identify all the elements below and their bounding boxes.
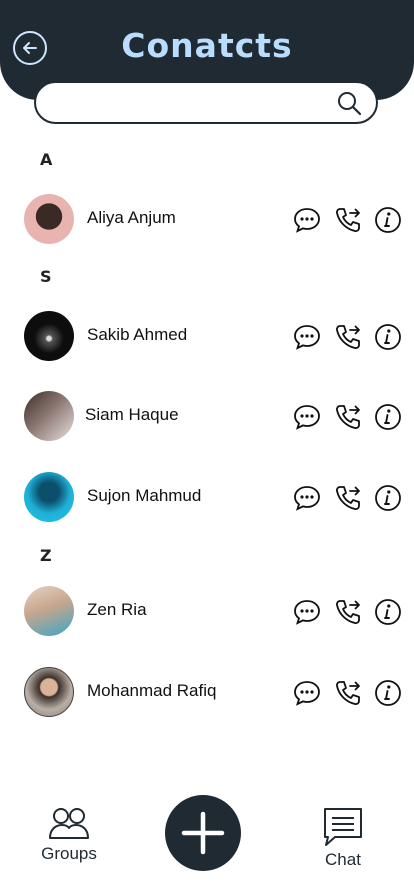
- avatar: [24, 194, 74, 244]
- avatar: [24, 472, 74, 522]
- call-forward-icon[interactable]: [334, 679, 362, 707]
- chat-icon: [324, 808, 362, 846]
- nav-groups-label: Groups: [41, 844, 97, 863]
- contact-row[interactable]: Sujon Mahmud: [0, 467, 414, 527]
- call-forward-icon[interactable]: [334, 598, 362, 626]
- call-forward-icon[interactable]: [334, 403, 362, 431]
- contact-name: Zen Ria: [87, 600, 147, 619]
- message-icon[interactable]: [293, 206, 321, 234]
- search-bar: [34, 81, 378, 124]
- add-contact-button[interactable]: [165, 795, 241, 871]
- contact-name: Aliya Anjum: [87, 208, 176, 227]
- plus-icon: [181, 811, 225, 855]
- info-icon[interactable]: [374, 403, 402, 431]
- contact-row[interactable]: Siam Haque: [0, 386, 414, 446]
- bottom-nav: Groups Chat: [0, 780, 414, 896]
- search-icon[interactable]: [336, 90, 362, 116]
- message-icon[interactable]: [293, 323, 321, 351]
- call-forward-icon[interactable]: [334, 206, 362, 234]
- avatar: [24, 586, 74, 636]
- info-icon[interactable]: [374, 323, 402, 351]
- nav-groups-button[interactable]: Groups: [36, 806, 102, 864]
- info-icon[interactable]: [374, 679, 402, 707]
- contact-row[interactable]: Aliya Anjum: [0, 189, 414, 249]
- nav-chat-label: Chat: [325, 850, 361, 869]
- contact-name: Siam Haque: [85, 405, 179, 424]
- info-icon[interactable]: [374, 598, 402, 626]
- call-forward-icon[interactable]: [334, 323, 362, 351]
- info-icon[interactable]: [374, 484, 402, 512]
- info-icon[interactable]: [374, 206, 402, 234]
- contact-row[interactable]: Zen Ria: [0, 581, 414, 641]
- section-letter-a: A: [40, 150, 53, 169]
- call-forward-icon[interactable]: [334, 484, 362, 512]
- section-letter-z: Z: [40, 546, 52, 565]
- avatar: [24, 311, 74, 361]
- avatar: [24, 667, 74, 717]
- contact-name: Mohanmad Rafiq: [87, 681, 217, 700]
- message-icon[interactable]: [293, 403, 321, 431]
- message-icon[interactable]: [293, 598, 321, 626]
- groups-icon: [49, 808, 89, 839]
- page-title: Conatcts: [121, 26, 293, 65]
- contact-name: Sakib Ahmed: [87, 325, 188, 344]
- contact-row[interactable]: Sakib Ahmed: [0, 306, 414, 366]
- nav-chat-button[interactable]: Chat: [318, 806, 368, 870]
- search-input[interactable]: [54, 91, 338, 117]
- contact-name: Sujon Mahmud: [87, 486, 202, 505]
- message-icon[interactable]: [293, 484, 321, 512]
- contact-row[interactable]: Mohanmad Rafiq: [0, 662, 414, 722]
- section-letter-s: S: [40, 267, 52, 286]
- message-icon[interactable]: [293, 679, 321, 707]
- avatar: [24, 391, 74, 441]
